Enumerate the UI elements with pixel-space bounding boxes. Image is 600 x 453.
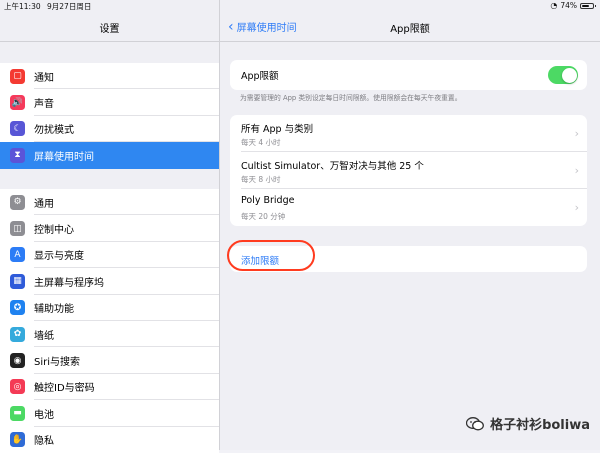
battery-icon [580, 2, 596, 9]
status-bar: 上午11:30 9月27日周日 ◔ 74% [0, 0, 600, 12]
chevron-right-icon: › [574, 127, 579, 140]
sidebar-item-label: 通知 [34, 72, 54, 84]
sidebar-item-label: Siri与搜索 [34, 357, 81, 369]
sidebar-item-label: 触控ID与密码 [34, 383, 95, 395]
sidebar-item[interactable]: ⚙ 通用 [0, 189, 219, 216]
sidebar-item[interactable]: ✋ 隐私 [0, 427, 219, 453]
sidebar-item[interactable]: A 显示与亮度 [0, 242, 219, 269]
limit-subtitle: 每天 4 小时 [241, 138, 281, 147]
sidebar-item[interactable]: ▬ 电池 [0, 400, 219, 427]
home-screen-icon: ▦ [10, 273, 25, 289]
control-center-icon: ◫ [10, 221, 25, 237]
siri-icon: ◉ [10, 353, 25, 369]
watermark-text: 格子衬衫boliwa [490, 418, 590, 433]
wallpaper-icon: ✿ [10, 326, 25, 342]
sidebar-item[interactable]: ◎ 触控ID与密码 [0, 374, 219, 401]
hand-icon: ✋ [10, 432, 25, 448]
chevron-right-icon: › [574, 164, 579, 177]
sidebar-item[interactable]: 🔊 声音 [0, 89, 219, 117]
limit-title: 所有 App 与类别 [241, 124, 314, 135]
limit-title: Poly Bridge [241, 195, 295, 206]
sidebar-item[interactable]: ⧗ 屏幕使用时间 [0, 142, 219, 169]
settings-group-1: ▢ 通知 🔊 声音 ☾ 勿扰模式 ⧗ 屏幕使用时间 [0, 63, 219, 169]
sidebar-item[interactable]: ✪ 辅助功能 [0, 295, 219, 322]
sidebar-item-label: 控制中心 [34, 225, 74, 237]
sidebar-item-label: 勿扰模式 [34, 125, 74, 137]
moon-icon: ☾ [10, 121, 25, 137]
sidebar-item[interactable]: ▦ 主屏幕与程序坞 [0, 268, 219, 295]
sidebar-item-label: 主屏幕与程序坞 [34, 277, 104, 289]
sidebar-item-label: 显示与亮度 [34, 251, 84, 263]
notifications-icon: ▢ [10, 68, 25, 84]
sidebar-item-label: 隐私 [34, 436, 54, 448]
app-limits-switch[interactable] [548, 66, 578, 84]
sidebar-title: 设置 [99, 24, 120, 35]
limits-description: 为需要管理的 App 类别设定每日时间限额。使用限额会在每天午夜重置。 [240, 94, 462, 102]
sidebar-item[interactable]: ◫ 控制中心 [0, 215, 219, 243]
sidebar-item[interactable]: ☾ 勿扰模式 [0, 116, 219, 143]
app-limits-pane: ‹ 屏幕使用时间 App限额 App限额 为需要管理的 App 类别设定每日时间… [220, 0, 600, 450]
watermark: 格子衬衫boliwa [465, 414, 590, 433]
sidebar-item-label: 墙纸 [34, 330, 54, 342]
wifi-icon: ◔ [550, 1, 558, 10]
sidebar-item-label: 通用 [34, 198, 54, 210]
limits-list: 所有 App 与类别 每天 4 小时 › Cultist Simulator、万智对决… [230, 115, 587, 226]
settings-group-2: ⚙ 通用 ◫ 控制中心 A 显示与亮度 ▦ 主屏幕与程序坞 ✪ 辅助功能 ✿ 墙纸 ◉ Siri与搜索 ◎ 触… [0, 189, 219, 453]
sidebar-item[interactable]: ✿ 墙纸 [0, 321, 219, 348]
chevron-right-icon: › [574, 201, 579, 214]
status-time: 上午11:30 [4, 2, 41, 11]
limit-row[interactable]: Cultist Simulator、万智对决与其他 25 个每天 8 小时 › [230, 152, 587, 189]
hourglass-icon: ⧗ [10, 147, 25, 163]
sidebar-item[interactable]: ▢ 通知 [0, 63, 219, 90]
accessibility-icon: ✪ [10, 300, 25, 316]
limit-title: Cultist Simulator、万智对决与其他 25 个 [241, 161, 424, 172]
display-icon: A [10, 247, 25, 263]
sidebar-item-label: 屏幕使用时间 [34, 151, 94, 163]
limit-row[interactable]: 所有 App 与类别 每天 4 小时 › [230, 115, 587, 152]
gear-icon: ⚙ [10, 194, 25, 210]
toggle-label: App限额 [241, 71, 279, 82]
page-title: App限额 [390, 24, 430, 35]
sidebar-item[interactable]: ◉ Siri与搜索 [0, 347, 219, 375]
sound-icon: 🔊 [10, 95, 25, 111]
toggle-card: App限额 [230, 60, 587, 90]
wechat-icon [465, 416, 485, 431]
fingerprint-icon: ◎ [10, 379, 25, 395]
highlight-circle [227, 240, 315, 271]
battery-percent: 74% [560, 1, 577, 10]
battery-icon: ▬ [10, 405, 25, 421]
limit-subtitle: 每天 20 分钟 [241, 212, 286, 221]
sidebar-item-label: 电池 [34, 409, 54, 421]
settings-sidebar: 设置 ▢ 通知 🔊 声音 ☾ 勿扰模式 ⧗ 屏幕使用时间 ⚙ 通用 ◫ 控制中心 A 显示与亮度 ▦ 主屏幕… [0, 0, 220, 453]
limit-row[interactable]: Poly Bridge 每天 20 分钟 › [230, 189, 587, 226]
app-limits-toggle-row: App限额 [230, 60, 587, 90]
status-date: 9月27日周日 [47, 2, 92, 11]
limit-subtitle: 每天 8 小时 [241, 175, 281, 184]
sidebar-item-label: 辅助功能 [34, 304, 74, 316]
sidebar-item-label: 声音 [34, 99, 54, 111]
